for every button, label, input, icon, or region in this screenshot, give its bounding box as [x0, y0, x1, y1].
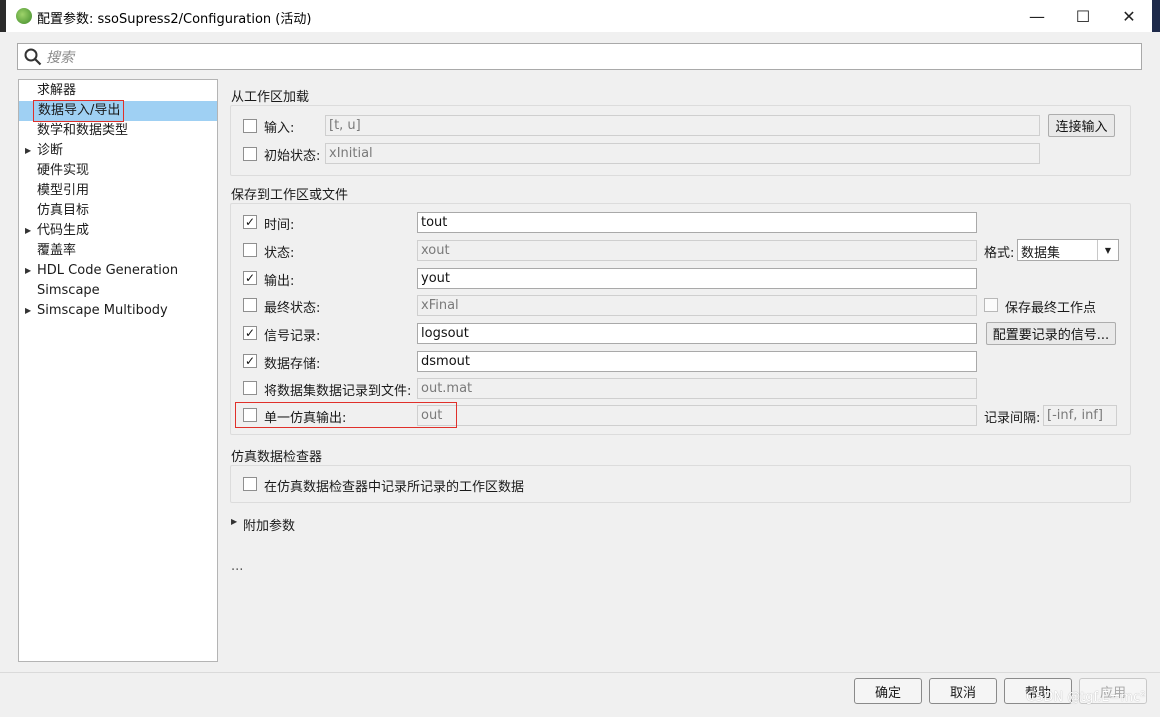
log-to-file-checkbox[interactable] [243, 381, 257, 395]
time-label: 时间: [264, 218, 295, 233]
sdi-checkbox-label: 在仿真数据检查器中记录所记录的工作区数据 [264, 480, 525, 495]
tree-item-code-generation[interactable]: ▶ 代码生成 [19, 221, 217, 241]
output-field[interactable]: yout [417, 268, 977, 289]
final-states-field[interactable]: xFinal [417, 295, 977, 316]
time-field[interactable]: tout [417, 212, 977, 233]
signal-logging-checkbox[interactable]: ✓ [243, 326, 257, 340]
expand-arrow-icon[interactable]: ▶ [231, 517, 237, 526]
format-select[interactable]: 数据集 ▼ [1017, 239, 1119, 261]
states-field[interactable]: xout [417, 240, 977, 261]
initial-state-checkbox[interactable] [243, 147, 257, 161]
expand-arrow-icon[interactable]: ▶ [25, 141, 31, 161]
watermark-text: CSDN @tgf.E=mc² [1026, 690, 1146, 705]
tree-item-math-data-types[interactable]: 数学和数据类型 [19, 121, 217, 141]
connect-input-button[interactable]: 连接输入 [1048, 114, 1115, 137]
load-section-title: 从工作区加载 [231, 90, 310, 105]
input-label: 输入: [264, 121, 295, 136]
cancel-button[interactable]: 取消 [929, 678, 997, 704]
signal-logging-field[interactable]: logsout [417, 323, 977, 344]
output-label: 输出: [264, 274, 295, 289]
tree-item-solver[interactable]: 求解器 [19, 81, 217, 101]
tree-item-hardware[interactable]: 硬件实现 [19, 161, 217, 181]
initial-state-label: 初始状态: [264, 149, 321, 164]
save-section-title: 保存到工作区或文件 [231, 188, 349, 203]
tree-item-simscape-multibody[interactable]: ▶ Simscape Multibody [19, 301, 217, 321]
save-section-group [230, 203, 1131, 435]
log-to-file-field[interactable]: out.mat [417, 378, 977, 399]
configure-signals-button[interactable]: 配置要记录的信号... [986, 322, 1116, 345]
log-interval-label: 记录间隔: [984, 411, 1041, 426]
ok-button[interactable]: 确定 [854, 678, 922, 704]
tree-item-model-referencing[interactable]: 模型引用 [19, 181, 217, 201]
search-input[interactable] [17, 43, 1142, 70]
input-checkbox[interactable] [243, 119, 257, 133]
tree-item-diagnostics[interactable]: ▶ 诊断 [19, 141, 217, 161]
background-window-edge [0, 0, 6, 32]
maximize-icon: ☐ [1075, 6, 1091, 26]
final-states-checkbox[interactable] [243, 298, 257, 312]
expand-arrow-icon[interactable]: ▶ [25, 261, 31, 281]
category-tree[interactable]: 求解器 数据导入/导出 数学和数据类型 ▶ 诊断 硬件实现 模型引用 仿真目标 ▶… [18, 79, 218, 662]
format-label: 格式: [984, 246, 1015, 261]
window-title: 配置参数: ssoSupress2/Configuration (活动) [37, 12, 312, 27]
log-interval-field[interactable]: [-inf, inf] [1043, 405, 1117, 426]
format-value: 数据集 [1021, 246, 1061, 261]
simulink-gear-icon [16, 8, 32, 24]
expand-arrow-icon[interactable]: ▶ [25, 221, 31, 241]
close-button[interactable]: ✕ [1106, 0, 1152, 32]
sdi-section-title: 仿真数据检查器 [231, 450, 323, 465]
minimize-icon: — [1029, 6, 1045, 26]
search-icon [24, 48, 42, 66]
tree-item-simscape[interactable]: Simscape [19, 281, 217, 301]
data-stores-label: 数据存储: [264, 357, 321, 372]
tree-item-simulation-target[interactable]: 仿真目标 [19, 201, 217, 221]
chevron-down-icon: ▼ [1097, 240, 1118, 260]
initial-state-field[interactable]: xInitial [325, 143, 1040, 164]
single-sim-output-field[interactable]: out [417, 405, 977, 426]
additional-params-toggle[interactable]: 附加参数 [243, 515, 295, 534]
sdi-checkbox[interactable] [243, 477, 257, 491]
save-final-op-label: 保存最终工作点 [1005, 301, 1097, 316]
input-field[interactable]: [t, u] [325, 115, 1040, 136]
close-icon: ✕ [1122, 6, 1136, 26]
final-states-label: 最终状态: [264, 301, 321, 316]
footer-divider [0, 672, 1160, 673]
search-placeholder: 搜索 [46, 50, 74, 66]
log-to-file-label: 将数据集数据记录到文件: [264, 384, 412, 399]
states-label: 状态: [264, 246, 295, 261]
minimize-button[interactable]: — [1014, 0, 1060, 32]
expand-arrow-icon[interactable]: ▶ [25, 301, 31, 321]
data-stores-field[interactable]: dsmout [417, 351, 977, 372]
highlight-annotation-single-output [235, 402, 457, 428]
tree-item-coverage[interactable]: 覆盖率 [19, 241, 217, 261]
time-checkbox[interactable]: ✓ [243, 215, 257, 229]
output-checkbox[interactable]: ✓ [243, 271, 257, 285]
signal-logging-label: 信号记录: [264, 329, 321, 344]
maximize-button[interactable]: ☐ [1060, 0, 1106, 32]
data-stores-checkbox[interactable]: ✓ [243, 354, 257, 368]
highlight-annotation-tree [33, 100, 124, 122]
tree-item-hdl-code-generation[interactable]: ▶ HDL Code Generation [19, 261, 217, 281]
background-window-edge-right [1152, 0, 1160, 32]
states-checkbox[interactable] [243, 243, 257, 257]
save-final-op-checkbox[interactable] [984, 298, 998, 312]
ellipsis-text: ... [231, 559, 244, 574]
